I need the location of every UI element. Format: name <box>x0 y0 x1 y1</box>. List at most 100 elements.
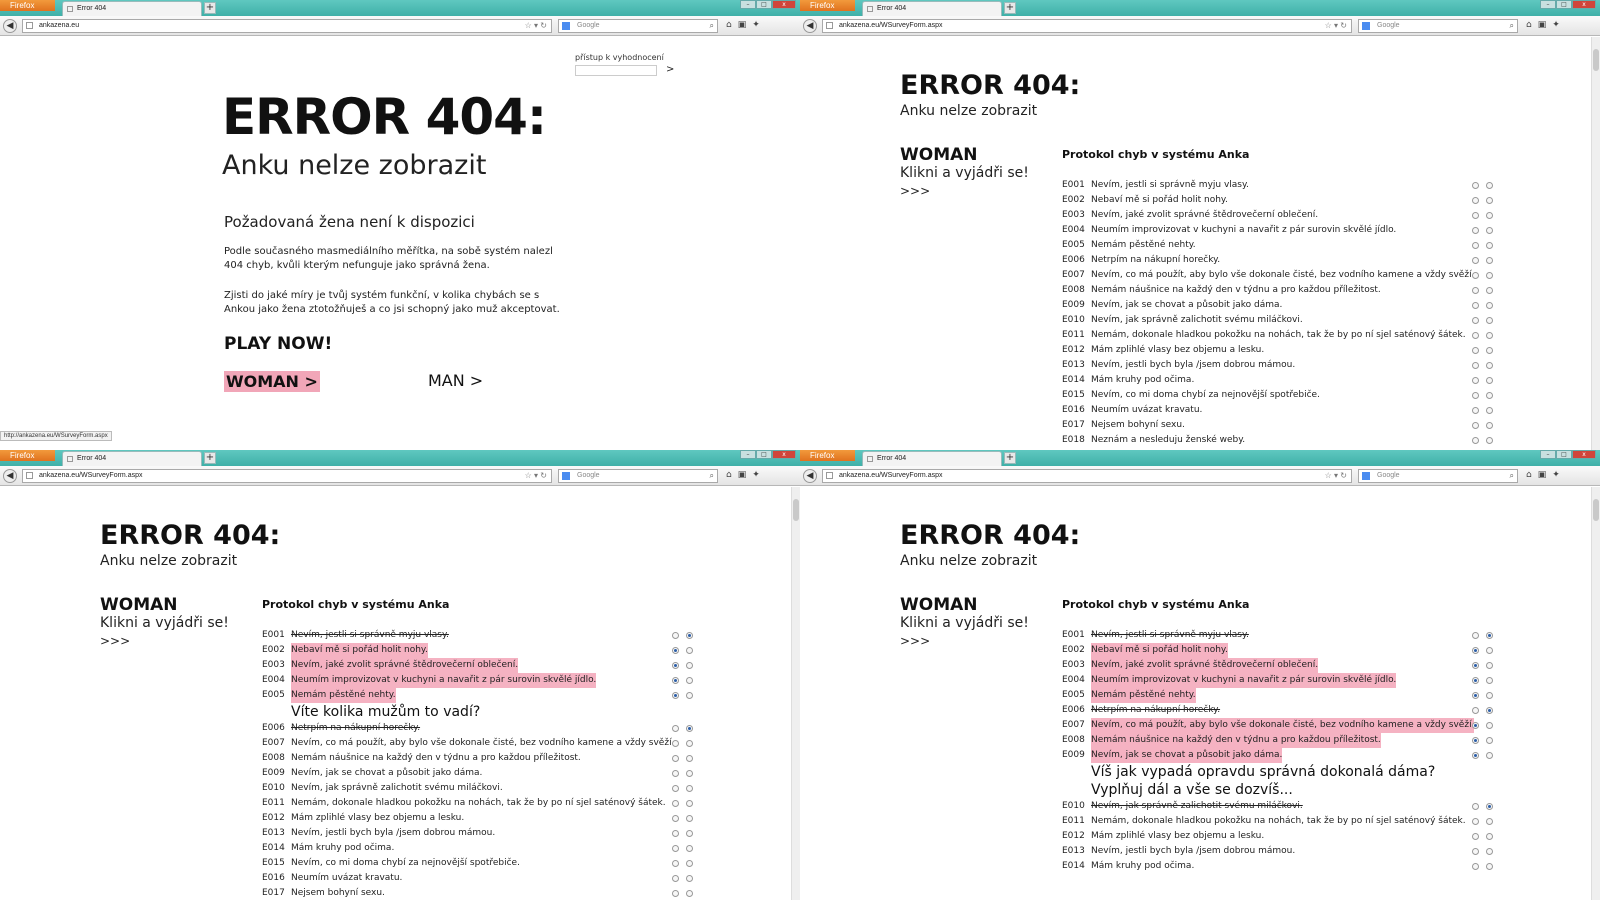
browser-tab[interactable]: Error 404 <box>862 1 1002 16</box>
agree-radio[interactable] <box>1472 848 1479 855</box>
minimize-button[interactable]: – <box>1540 450 1556 459</box>
agree-radio[interactable] <box>1472 422 1479 429</box>
toolbar-icons[interactable]: ⌂▣✦ <box>1526 470 1566 480</box>
agree-radio[interactable] <box>1472 737 1479 744</box>
disagree-radio[interactable] <box>1486 662 1493 669</box>
new-tab-button[interactable]: + <box>1004 452 1016 464</box>
disagree-radio[interactable] <box>1486 227 1493 234</box>
maximize-button[interactable]: □ <box>756 450 772 459</box>
agree-radio[interactable] <box>1472 692 1479 699</box>
agree-radio[interactable] <box>1472 287 1479 294</box>
toolbar-icons[interactable]: ⌂▣✦ <box>1526 20 1566 30</box>
agree-radio[interactable] <box>672 647 679 654</box>
disagree-radio[interactable] <box>686 692 693 699</box>
disagree-radio[interactable] <box>1486 422 1493 429</box>
agree-radio[interactable] <box>1472 227 1479 234</box>
disagree-radio[interactable] <box>1486 863 1493 870</box>
agree-radio[interactable] <box>1472 242 1479 249</box>
firefox-menu-button[interactable]: Firefox <box>800 0 855 11</box>
disagree-radio[interactable] <box>1486 377 1493 384</box>
agree-radio[interactable] <box>1472 722 1479 729</box>
back-arrow-icon[interactable]: ◀ <box>803 469 817 483</box>
browser-tab[interactable]: Error 404 <box>862 451 1002 466</box>
agree-radio[interactable] <box>1472 347 1479 354</box>
disagree-radio[interactable] <box>1486 803 1493 810</box>
man-button[interactable]: MAN > <box>428 371 483 390</box>
search-input[interactable]: Google ⌕ <box>558 469 718 483</box>
search-icon[interactable]: ⌕ <box>1510 470 1514 482</box>
access-input[interactable] <box>575 65 657 76</box>
search-icon[interactable]: ⌕ <box>710 20 714 32</box>
address-bar[interactable]: ankazena.eu/WSurveyForm.aspx ☆ ▾ ↻ <box>822 19 1352 33</box>
new-tab-button[interactable]: + <box>204 452 216 464</box>
disagree-radio[interactable] <box>1486 242 1493 249</box>
agree-radio[interactable] <box>1472 272 1479 279</box>
disagree-radio[interactable] <box>1486 707 1493 714</box>
agree-radio[interactable] <box>1472 632 1479 639</box>
firefox-menu-button[interactable]: Firefox <box>0 450 55 461</box>
search-input[interactable]: Google ⌕ <box>558 19 718 33</box>
disagree-radio[interactable] <box>1486 647 1493 654</box>
agree-radio[interactable] <box>672 740 679 747</box>
disagree-radio[interactable] <box>686 725 693 732</box>
close-window-button[interactable]: x <box>772 0 796 9</box>
disagree-radio[interactable] <box>686 647 693 654</box>
disagree-radio[interactable] <box>686 890 693 897</box>
disagree-radio[interactable] <box>1486 287 1493 294</box>
agree-radio[interactable] <box>1472 182 1479 189</box>
disagree-radio[interactable] <box>1486 182 1493 189</box>
disagree-radio[interactable] <box>1486 833 1493 840</box>
disagree-radio[interactable] <box>1486 197 1493 204</box>
search-input[interactable]: Google ⌕ <box>1358 19 1518 33</box>
disagree-radio[interactable] <box>686 875 693 882</box>
agree-radio[interactable] <box>1472 707 1479 714</box>
disagree-radio[interactable] <box>1486 632 1493 639</box>
agree-radio[interactable] <box>672 662 679 669</box>
agree-radio[interactable] <box>1472 317 1479 324</box>
disagree-radio[interactable] <box>686 860 693 867</box>
agree-radio[interactable] <box>1472 392 1479 399</box>
disagree-radio[interactable] <box>686 830 693 837</box>
agree-radio[interactable] <box>1472 803 1479 810</box>
woman-button[interactable]: WOMAN > <box>224 371 320 392</box>
bookmark-star-icon[interactable]: ☆ ▾ ↻ <box>525 470 547 482</box>
agree-radio[interactable] <box>1472 677 1479 684</box>
address-bar[interactable]: ankazena.eu ☆ ▾ ↻ <box>22 19 552 33</box>
agree-radio[interactable] <box>672 692 679 699</box>
disagree-radio[interactable] <box>1486 737 1493 744</box>
agree-radio[interactable] <box>1472 752 1479 759</box>
bookmark-star-icon[interactable]: ☆ ▾ ↻ <box>1325 470 1347 482</box>
disagree-radio[interactable] <box>686 845 693 852</box>
agree-radio[interactable] <box>672 800 679 807</box>
disagree-radio[interactable] <box>686 740 693 747</box>
close-window-button[interactable]: x <box>1572 450 1596 459</box>
agree-radio[interactable] <box>672 725 679 732</box>
disagree-radio[interactable] <box>686 770 693 777</box>
agree-radio[interactable] <box>1472 377 1479 384</box>
disagree-radio[interactable] <box>1486 818 1493 825</box>
disagree-radio[interactable] <box>1486 722 1493 729</box>
disagree-radio[interactable] <box>686 677 693 684</box>
minimize-button[interactable]: – <box>740 0 756 9</box>
disagree-radio[interactable] <box>1486 317 1493 324</box>
agree-radio[interactable] <box>672 632 679 639</box>
agree-radio[interactable] <box>672 755 679 762</box>
disagree-radio[interactable] <box>1486 392 1493 399</box>
disagree-radio[interactable] <box>686 815 693 822</box>
new-tab-button[interactable]: + <box>204 2 216 14</box>
agree-radio[interactable] <box>672 830 679 837</box>
disagree-radio[interactable] <box>1486 272 1493 279</box>
agree-radio[interactable] <box>1472 662 1479 669</box>
toolbar-icons[interactable]: ⌂▣✦ <box>726 20 766 30</box>
agree-radio[interactable] <box>672 815 679 822</box>
agree-radio[interactable] <box>1472 647 1479 654</box>
search-input[interactable]: Google ⌕ <box>1358 469 1518 483</box>
disagree-radio[interactable] <box>1486 848 1493 855</box>
disagree-radio[interactable] <box>1486 347 1493 354</box>
maximize-button[interactable]: □ <box>1556 450 1572 459</box>
disagree-radio[interactable] <box>1486 212 1493 219</box>
agree-radio[interactable] <box>1472 863 1479 870</box>
close-window-button[interactable]: x <box>772 450 796 459</box>
disagree-radio[interactable] <box>1486 362 1493 369</box>
address-bar[interactable]: ankazena.eu/WSurveyForm.aspx ☆ ▾ ↻ <box>22 469 552 483</box>
